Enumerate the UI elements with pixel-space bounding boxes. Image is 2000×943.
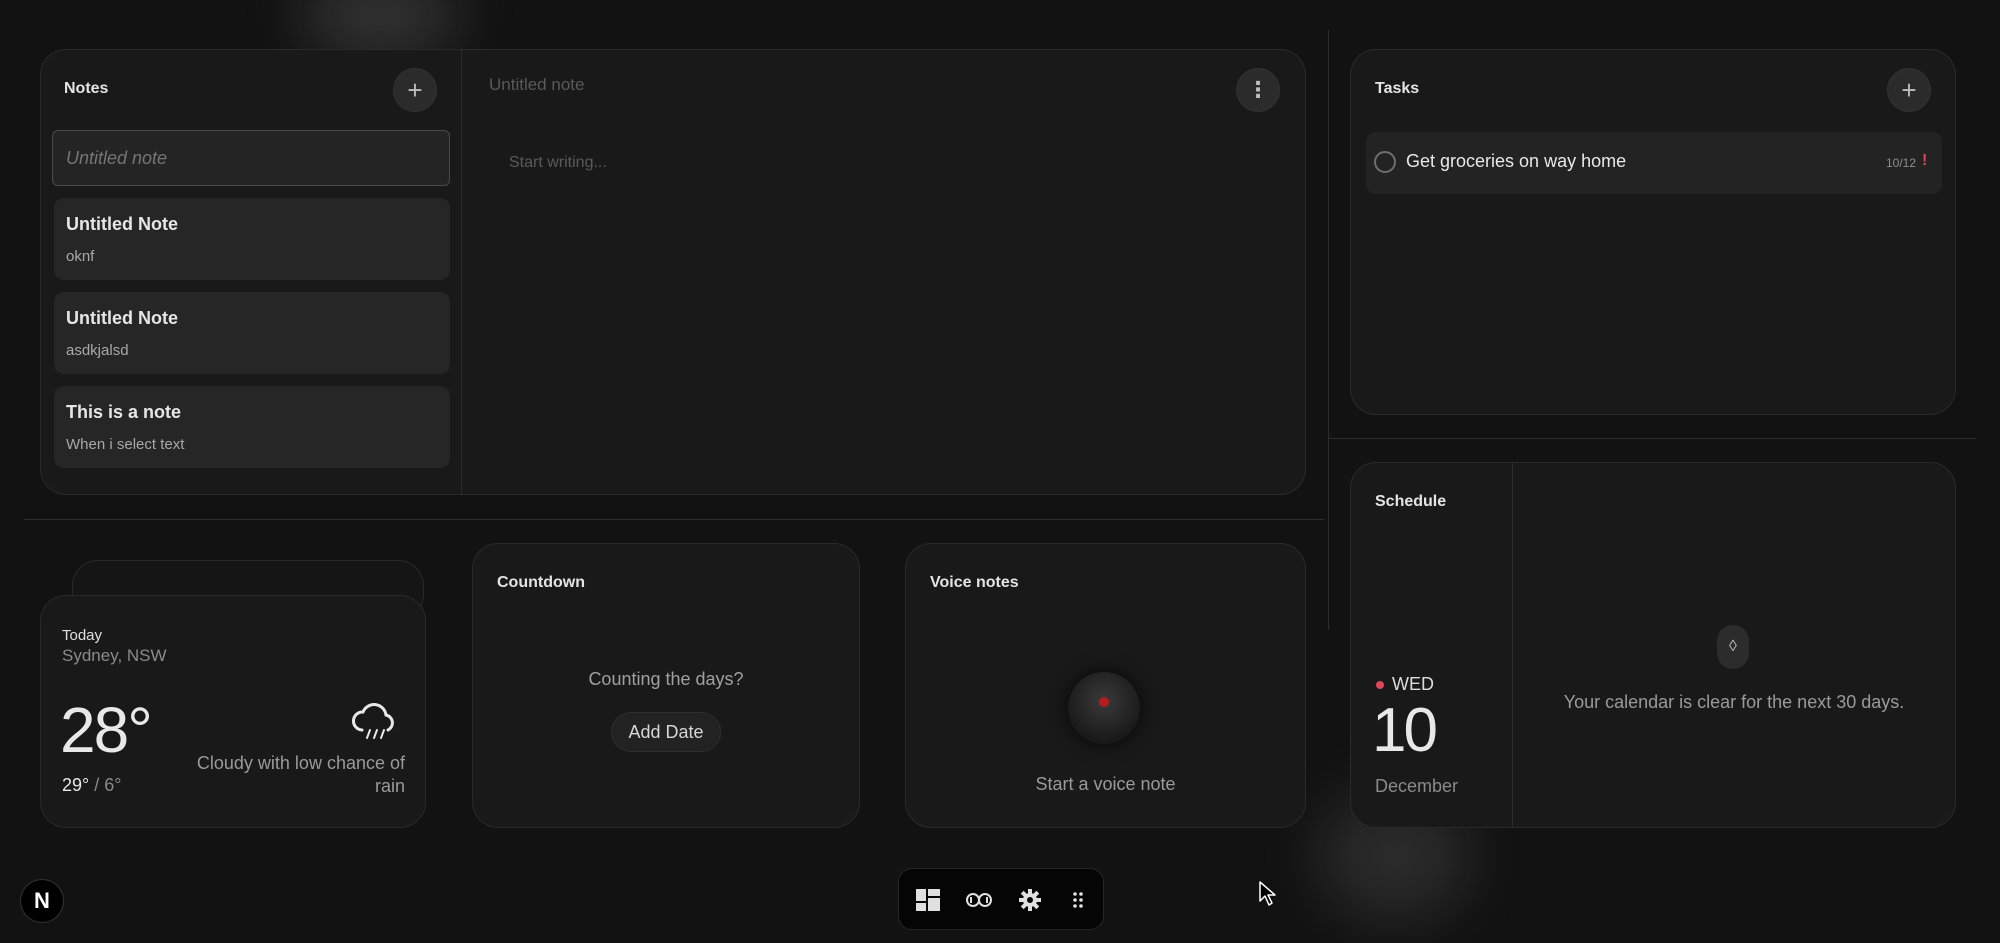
tasks-panel <box>1350 49 1956 415</box>
weather-high: 29° <box>62 775 90 795</box>
schedule-day: 10 <box>1372 696 1438 765</box>
weather-location: Sydney, NSW <box>62 646 167 665</box>
note-item-title: Untitled Note <box>66 308 178 328</box>
notes-divider <box>461 50 462 494</box>
note-item-preview: oknf <box>66 248 95 265</box>
divider <box>24 519 1324 520</box>
schedule-month: December <box>1375 776 1459 796</box>
note-item-title: Untitled Note <box>66 214 178 234</box>
task-checkbox[interactable] <box>1374 151 1396 173</box>
add-note-button[interactable]: + <box>393 68 437 112</box>
task-label: Get groceries on way home <box>1406 151 1627 171</box>
countdown-prompt: Counting the days? <box>588 669 744 689</box>
dashboard-icon[interactable] <box>915 887 941 913</box>
note-list-item[interactable]: Untitled Note oknf <box>54 198 450 280</box>
schedule-panel <box>1350 462 1956 828</box>
voice-notes-title: Voice notes <box>930 574 1019 591</box>
drag-handle-icon[interactable] <box>1065 887 1091 913</box>
settings-gear-icon[interactable] <box>1017 887 1043 913</box>
tasks-title: Tasks <box>1375 80 1420 97</box>
note-list-item[interactable]: Untitled Note asdkjalsd <box>54 292 450 374</box>
task-item[interactable]: Get groceries on way home 10/12 ! <box>1366 132 1942 194</box>
editor-body-input[interactable]: Start writing... <box>509 154 607 172</box>
add-task-button[interactable]: + <box>1887 68 1931 112</box>
focus-icon[interactable] <box>964 887 994 913</box>
note-item-preview: When i select text <box>66 436 185 453</box>
today-dot <box>1376 681 1384 689</box>
weather-range-separator: / <box>94 775 100 795</box>
weather-description: Cloudy with low chance of rain <box>196 753 405 796</box>
schedule-divider <box>1512 463 1513 827</box>
note-item-preview: asdkjalsd <box>66 342 129 359</box>
schedule-weekday: WED <box>1392 674 1434 694</box>
app-logo-letter: N <box>34 888 50 913</box>
task-due-date: 10/12 <box>1886 156 1917 170</box>
cloud-rain-icon <box>350 700 400 744</box>
notes-title: Notes <box>64 80 109 97</box>
dock <box>898 868 1104 930</box>
divider <box>1328 438 1976 439</box>
mouse-cursor-icon <box>1259 881 1277 907</box>
note-list-item[interactable]: This is a note When i select text <box>54 386 450 468</box>
calendar-empty-icon: ◊ <box>1717 625 1749 669</box>
task-priority-icon: ! <box>1922 152 1928 169</box>
weather-low: 6° <box>104 775 122 795</box>
calendar-empty-text: Your calendar is clear for the next 30 d… <box>1563 692 1905 712</box>
add-date-button[interactable]: Add Date <box>611 712 721 752</box>
record-button[interactable] <box>1068 672 1140 744</box>
note-menu-button[interactable]: ⋮ <box>1236 68 1280 112</box>
weather-temperature: 28° <box>60 694 153 766</box>
record-icon <box>1099 697 1109 707</box>
weather-range: 29° / 6° <box>62 775 122 796</box>
voice-note-prompt: Start a voice note <box>1035 774 1176 794</box>
schedule-title: Schedule <box>1375 493 1447 510</box>
countdown-title: Countdown <box>497 574 585 591</box>
note-item-title: This is a note <box>66 402 182 422</box>
weather-label: Today <box>62 627 103 644</box>
editor-title-input[interactable]: Untitled note <box>489 75 584 95</box>
divider <box>1328 30 1329 630</box>
app-logo[interactable]: N <box>20 879 64 923</box>
note-title-input[interactable] <box>52 130 450 186</box>
